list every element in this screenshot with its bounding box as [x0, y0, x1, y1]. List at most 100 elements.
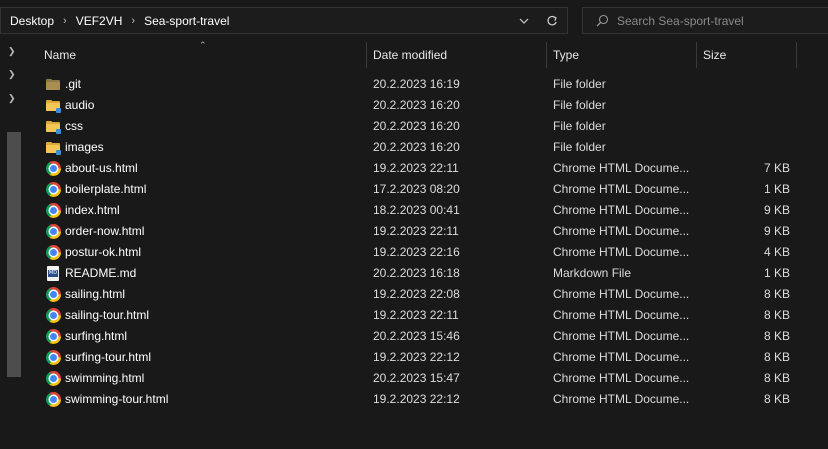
file-date: 20.2.2023 16:19 [373, 77, 460, 91]
file-name: surfing.html [65, 329, 128, 343]
file-size: 4 KB [763, 245, 790, 259]
file-row[interactable]: surfing-tour.html 19.2.2023 22:12 Chrome… [24, 347, 828, 368]
file-row[interactable]: surfing.html 20.2.2023 15:46 Chrome HTML… [24, 326, 828, 347]
chevron-right-icon[interactable]: ❯ [8, 46, 16, 57]
column-header-name[interactable]: Name [44, 42, 76, 68]
file-date: 20.2.2023 16:20 [373, 98, 460, 112]
file-row[interactable]: about-us.html 19.2.2023 22:11 Chrome HTM… [24, 158, 828, 179]
refresh-icon[interactable] [540, 9, 564, 33]
file-date: 19.2.2023 22:08 [373, 287, 460, 301]
history-dropdown-icon[interactable] [512, 9, 536, 33]
search-input[interactable]: Search Sea-sport-travel [617, 14, 744, 28]
file-row[interactable]: postur-ok.html 19.2.2023 22:16 Chrome HT… [24, 242, 828, 263]
file-size: 8 KB [763, 329, 790, 343]
file-size [710, 137, 790, 158]
file-name: surfing-tour.html [65, 350, 152, 364]
file-row[interactable]: .git 20.2.2023 16:19 File folder [24, 74, 828, 95]
chrome-icon [45, 160, 62, 177]
column-divider[interactable] [366, 42, 367, 68]
file-size [710, 116, 790, 137]
search-icon [587, 14, 617, 27]
file-name: postur-ok.html [65, 245, 142, 259]
file-date: 19.2.2023 22:16 [373, 245, 460, 259]
file-row[interactable]: sailing.html 19.2.2023 22:08 Chrome HTML… [24, 284, 828, 305]
chevron-right-icon[interactable]: ❯ [8, 93, 16, 104]
navigation-scrollbar[interactable] [7, 132, 21, 377]
navigation-pane[interactable]: ❯ ❯ ❯ [0, 40, 22, 449]
file-type: File folder [553, 77, 606, 91]
column-divider[interactable] [696, 42, 697, 68]
search-box[interactable]: Search Sea-sport-travel [582, 7, 828, 34]
column-divider[interactable] [546, 42, 547, 68]
file-size [710, 74, 790, 95]
file-size: 8 KB [763, 392, 790, 406]
file-date: 19.2.2023 22:11 [373, 224, 459, 238]
file-type: Chrome HTML Docume... [553, 392, 690, 406]
file-row[interactable]: swimming-tour.html 19.2.2023 22:12 Chrom… [24, 389, 828, 410]
sort-ascending-icon: ⌃ [199, 40, 207, 50]
file-type: Chrome HTML Docume... [553, 371, 690, 385]
file-size: 8 KB [763, 308, 790, 322]
file-row[interactable]: images 20.2.2023 16:20 File folder [24, 137, 828, 158]
file-name: swimming-tour.html [65, 392, 169, 406]
file-date: 20.2.2023 16:18 [373, 266, 460, 280]
file-date: 19.2.2023 22:12 [373, 392, 460, 406]
breadcrumb-separator-icon[interactable]: › [122, 15, 135, 27]
file-type: File folder [553, 140, 606, 154]
file-date: 17.2.2023 08:20 [373, 182, 460, 196]
file-date: 19.2.2023 22:11 [373, 308, 459, 322]
folder-icon [45, 118, 62, 135]
chrome-icon [45, 391, 62, 408]
chrome-icon [45, 181, 62, 198]
address-bar[interactable]: Desktop › VEF2VH › Sea-sport-travel [0, 7, 568, 34]
file-name: index.html [65, 203, 120, 217]
file-row[interactable]: sailing-tour.html 19.2.2023 22:11 Chrome… [24, 305, 828, 326]
file-type: Chrome HTML Docume... [553, 308, 690, 322]
file-row[interactable]: MD README.md 20.2.2023 16:18 Markdown Fi… [24, 263, 828, 284]
file-size: 8 KB [763, 350, 790, 364]
file-size: 8 KB [763, 287, 790, 301]
file-row[interactable]: index.html 18.2.2023 00:41 Chrome HTML D… [24, 200, 828, 221]
file-name: about-us.html [65, 161, 138, 175]
breadcrumb-vef2vh[interactable]: VEF2VH [67, 14, 123, 28]
file-name: audio [65, 98, 95, 112]
file-name: boilerplate.html [65, 182, 147, 196]
file-name: css [65, 119, 83, 133]
chrome-icon [45, 244, 62, 261]
chevron-right-icon[interactable]: ❯ [8, 69, 16, 80]
chrome-icon [45, 286, 62, 303]
breadcrumb-desktop[interactable]: Desktop [1, 14, 54, 28]
column-header-date-modified[interactable]: Date modified [373, 42, 447, 68]
folder-icon [45, 139, 62, 156]
file-size: 9 KB [763, 224, 790, 238]
chrome-icon [45, 328, 62, 345]
file-name: sailing-tour.html [65, 308, 150, 322]
breadcrumb-sea-sport-travel[interactable]: Sea-sport-travel [135, 14, 229, 28]
file-name: images [65, 140, 104, 154]
file-type: File folder [553, 98, 606, 112]
file-row[interactable]: swimming.html 20.2.2023 15:47 Chrome HTM… [24, 368, 828, 389]
file-size: 8 KB [763, 371, 790, 385]
file-name: sailing.html [65, 287, 126, 301]
file-type: Chrome HTML Docume... [553, 329, 690, 343]
column-header-type[interactable]: Type [553, 42, 579, 68]
file-name: swimming.html [65, 371, 145, 385]
file-size: 1 KB [763, 182, 790, 196]
file-row[interactable]: boilerplate.html 17.2.2023 08:20 Chrome … [24, 179, 828, 200]
file-size: 9 KB [763, 203, 790, 217]
column-header-size[interactable]: Size [703, 42, 726, 68]
file-row[interactable]: order-now.html 19.2.2023 22:11 Chrome HT… [24, 221, 828, 242]
folder-icon [45, 97, 62, 114]
file-type: Chrome HTML Docume... [553, 245, 690, 259]
column-divider[interactable] [796, 42, 797, 68]
file-date: 20.2.2023 16:20 [373, 140, 460, 154]
file-size [710, 95, 790, 116]
file-row[interactable]: audio 20.2.2023 16:20 File folder [24, 95, 828, 116]
file-date: 20.2.2023 15:47 [373, 371, 460, 385]
file-list: .git 20.2.2023 16:19 File folder audio 2… [24, 74, 828, 410]
file-row[interactable]: css 20.2.2023 16:20 File folder [24, 116, 828, 137]
breadcrumb-separator-icon[interactable]: › [54, 15, 67, 27]
file-type: Chrome HTML Docume... [553, 287, 690, 301]
chrome-icon [45, 307, 62, 324]
file-type: Chrome HTML Docume... [553, 161, 690, 175]
